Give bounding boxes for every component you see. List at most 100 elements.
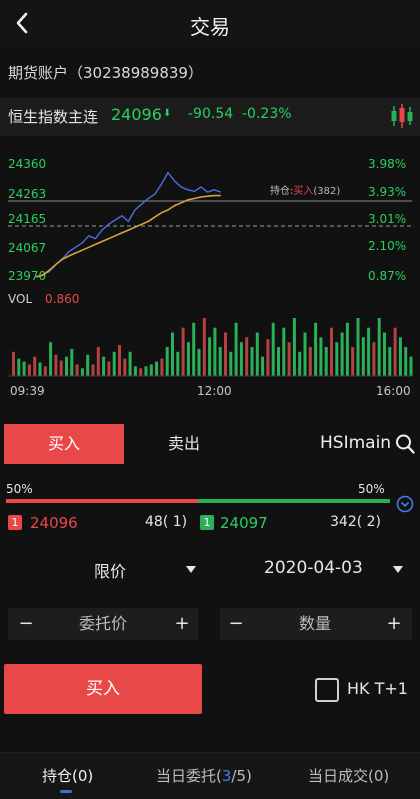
volume-bar: [118, 345, 121, 376]
page-title: 交易: [190, 15, 230, 39]
order-options: 限价 2020-04-03: [0, 552, 420, 588]
volume-bar: [149, 364, 153, 376]
volume-bar: [404, 347, 408, 376]
volume-bar: [298, 351, 302, 376]
y-right-tick: 3.01%: [368, 212, 406, 226]
order-type-select[interactable]: 限价: [94, 558, 126, 582]
price-line: [35, 171, 222, 279]
search-icon[interactable]: [395, 433, 415, 455]
volume-bar: [340, 332, 344, 376]
bid-qty: 48( 1): [145, 514, 188, 530]
symbol-label[interactable]: HSImain: [320, 433, 391, 453]
x-tick: 09:39: [10, 384, 45, 398]
price-input[interactable]: 委托价: [48, 608, 158, 640]
tab-today-trades[interactable]: 当日成交(0): [308, 765, 389, 786]
volume-bar: [91, 364, 95, 376]
volume-bar: [224, 332, 227, 376]
volume-bar: [282, 327, 286, 376]
quote-bar[interactable]: 恒生指数主连 24096 ⬇ -90.54 -0.23%: [0, 98, 420, 136]
bid-level-badge: 1: [8, 515, 22, 530]
y-left-tick: 24067: [8, 241, 46, 255]
tab-today-orders-suffix: /5): [231, 767, 252, 785]
caret-down-icon[interactable]: [186, 566, 196, 574]
y-right-tick: 0.87%: [368, 269, 406, 283]
candlestick-icon[interactable]: [390, 102, 414, 130]
volume-bar: [160, 358, 164, 376]
tab-positions[interactable]: 持仓(0): [42, 765, 93, 786]
volume-bar: [383, 332, 386, 376]
volume-bar: [171, 332, 174, 376]
bid-price[interactable]: 24096: [30, 514, 78, 532]
volume-bar: [287, 342, 291, 376]
volume-bar: [335, 342, 339, 376]
volume-bar: [176, 351, 180, 376]
trade-tabs: 买入 卖出 HSImain: [0, 424, 420, 464]
volume-bar: [239, 342, 243, 376]
tab-sell[interactable]: 卖出: [124, 424, 244, 464]
volume-bar: [351, 347, 355, 376]
quantity-stepper: − 数量 +: [220, 608, 412, 640]
tab-today-orders[interactable]: 当日委托(3/5): [156, 765, 252, 786]
volume-bar: [107, 361, 111, 376]
volume-bar: [229, 351, 233, 376]
volume-bar: [192, 322, 196, 376]
volume-bar: [372, 342, 376, 376]
y-right-tick: 3.93%: [368, 185, 406, 199]
price-change: -90.54: [188, 106, 234, 122]
volume-bar: [377, 318, 381, 376]
price-plus-button[interactable]: +: [168, 608, 196, 640]
volume-bar: [234, 322, 238, 376]
volume-bar: [123, 358, 127, 376]
y-left-tick: 24165: [8, 212, 46, 226]
volume-bar: [49, 342, 53, 376]
volume-bar: [398, 337, 402, 376]
date-select[interactable]: 2020-04-03: [264, 558, 363, 578]
volume-bar: [17, 358, 21, 376]
svg-text:持仓:买入(382): 持仓:买入(382): [270, 184, 340, 197]
volume-bar: [139, 368, 143, 376]
volume-bar: [59, 360, 63, 376]
qty-input[interactable]: 数量: [260, 608, 370, 640]
ask-ratio-bar: [198, 499, 390, 503]
caret-down-icon[interactable]: [393, 566, 403, 574]
qty-plus-button[interactable]: +: [380, 608, 408, 640]
volume-bar: [303, 332, 307, 376]
volume-bar: [54, 354, 58, 376]
vol-value: 0.860: [45, 292, 79, 306]
price-stepper: − 委托价 +: [8, 608, 198, 640]
vol-label: VOL: [8, 292, 32, 306]
volume-bar: [133, 366, 137, 376]
volume-bar: [80, 368, 84, 376]
average-line: [35, 194, 221, 278]
volume-bar: [292, 318, 296, 376]
submit-buy-button[interactable]: 买入: [4, 664, 202, 714]
percent-change: -0.23%: [242, 106, 292, 122]
volume-bar: [70, 348, 74, 376]
volume-bar: [27, 364, 31, 376]
hk-t1-checkbox[interactable]: [315, 678, 339, 702]
volume-bar: [314, 322, 318, 376]
volume-bar: [155, 361, 159, 376]
volume-bar: [202, 318, 206, 376]
volume-bar: [96, 347, 100, 376]
x-tick: 16:00: [376, 384, 411, 398]
tab-buy[interactable]: 买入: [4, 424, 124, 464]
qty-minus-button[interactable]: −: [222, 608, 250, 640]
last-price: 24096: [111, 105, 162, 124]
volume-bar: [367, 327, 371, 376]
volume-bar: [277, 347, 280, 376]
volume-bar: [43, 366, 47, 376]
order-book: 50% 50% 1 24096 48( 1) 1 24097 342( 2): [0, 478, 420, 538]
volume-bar: [186, 342, 190, 376]
account-label: 期货账户（30238989839）: [8, 64, 203, 82]
expand-circle-icon[interactable]: [396, 495, 414, 513]
ask-price[interactable]: 24097: [220, 514, 268, 532]
position-qty: (382): [313, 186, 340, 197]
intraday-chart[interactable]: 24360 24263 24165 24067 23970 3.98% 3.93…: [0, 140, 420, 408]
price-minus-button[interactable]: −: [12, 608, 40, 640]
volume-bar: [75, 364, 79, 376]
volume-bar: [393, 327, 397, 376]
y-left-tick: 24360: [8, 157, 46, 171]
volume-bar: [102, 356, 106, 376]
tab-today-orders-prefix: 当日委托(: [156, 767, 222, 785]
